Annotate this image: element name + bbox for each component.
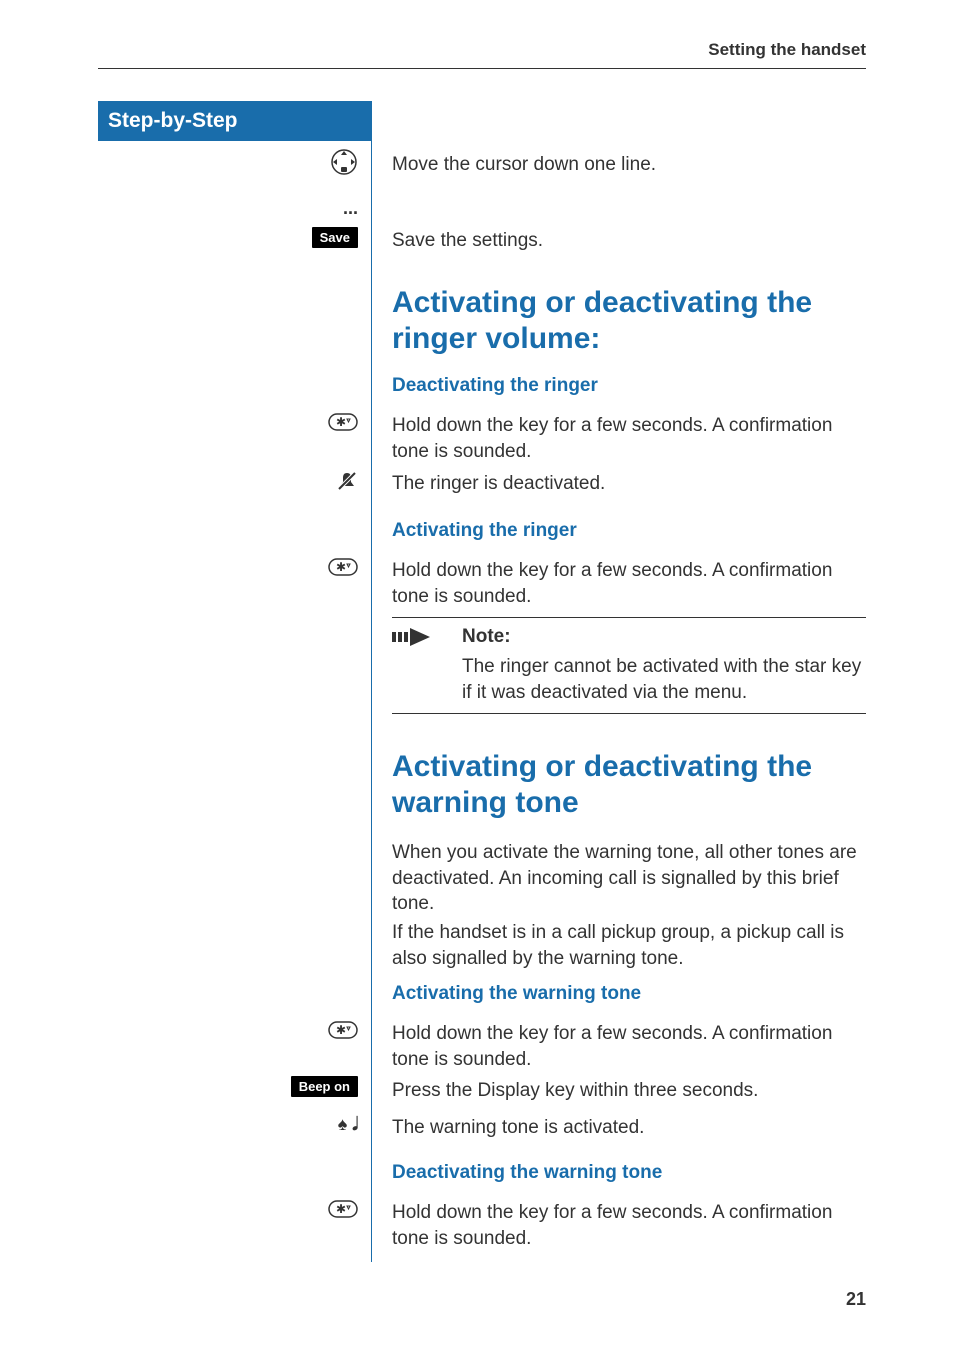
ringer-heading: Activating or deactivating the ringer vo… (392, 285, 866, 357)
warning-deact-text: Hold down the key for a few seconds. A c… (392, 1200, 866, 1251)
beep-on-pill: Beep on (291, 1076, 358, 1097)
ellipsis: ... (98, 198, 358, 219)
ringer-deact-done: The ringer is deactivated. (392, 471, 866, 497)
svg-text:✱: ✱ (336, 1202, 346, 1216)
step-save-text: Save the settings. (392, 228, 866, 254)
star-key-icon: ✱ (98, 1200, 358, 1218)
note-arrow-icon (392, 626, 432, 653)
step-cursor-text: Move the cursor down one line. (392, 152, 866, 178)
star-key-icon: ✱ (98, 413, 358, 431)
warning-act-subhead: Activating the warning tone (392, 983, 866, 1005)
ringer-act-text: Hold down the key for a few seconds. A c… (392, 558, 866, 609)
note-rule-bottom (392, 713, 866, 714)
beep-on-pill-container: Beep on (98, 1076, 358, 1097)
header-rule (98, 68, 866, 69)
save-pill: Save (312, 227, 358, 248)
ringer-deact-text: Hold down the key for a few seconds. A c… (392, 413, 866, 464)
warning-act-text: Hold down the key for a few seconds. A c… (392, 1021, 866, 1072)
sidebar-title: Step-by-Step (98, 101, 371, 141)
header-section-title: Setting the handset (708, 40, 866, 60)
note-text: The ringer cannot be activated with the … (462, 654, 866, 705)
ringer-deact-subhead: Deactivating the ringer (392, 375, 866, 397)
note-box: Note: The ringer cannot be activated wit… (392, 617, 866, 714)
warning-done-text: The warning tone is activated. (392, 1115, 866, 1141)
warning-intro1: When you activate the warning tone, all … (392, 840, 866, 917)
save-pill-container: Save (98, 227, 358, 248)
note-title: Note: (462, 626, 866, 648)
svg-text:✱: ✱ (336, 560, 346, 574)
column-divider (371, 101, 372, 1262)
warning-tone-icon: ♠ 𝅘𝅥 (98, 1114, 358, 1135)
ringer-act-subhead: Activating the ringer (392, 520, 866, 542)
nav-key-icon (98, 148, 358, 176)
warning-deact-subhead: Deactivating the warning tone (392, 1162, 866, 1184)
svg-text:✱: ✱ (336, 415, 346, 429)
warning-intro2: If the handset is in a call pickup group… (392, 920, 866, 971)
warning-heading: Activating or deactivating the warning t… (392, 749, 866, 821)
page-number: 21 (846, 1289, 866, 1310)
warning-beep-text: Press the Display key within three secon… (392, 1078, 866, 1104)
ringer-off-icon (98, 470, 358, 492)
star-key-icon: ✱ (98, 1021, 358, 1039)
star-key-icon: ✱ (98, 558, 358, 576)
svg-text:✱: ✱ (336, 1023, 346, 1037)
